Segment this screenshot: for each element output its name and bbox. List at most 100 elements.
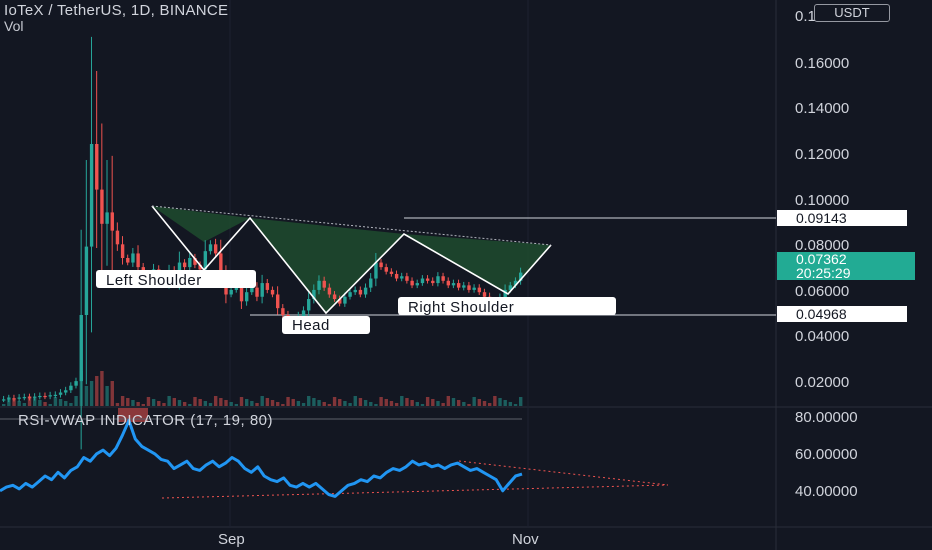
- volume-bar: [487, 403, 492, 406]
- volume-bar: [177, 400, 182, 406]
- candle-body: [379, 262, 383, 268]
- left-shoulder-label[interactable]: Left Shoulder: [96, 270, 256, 289]
- volume-bar: [182, 402, 187, 406]
- chart-canvas[interactable]: 0.18000 0.16000 0.14000 0.12000 0.10000 …: [0, 0, 932, 550]
- candle-body: [389, 271, 394, 274]
- volume-bar: [38, 400, 42, 406]
- volume-bar: [43, 402, 47, 406]
- volume-bar: [498, 398, 502, 406]
- candle-body: [462, 285, 466, 288]
- time-axis[interactable]: Sep Nov: [218, 531, 539, 548]
- svg-text:Right Shoulder: Right Shoulder: [408, 299, 514, 316]
- candle-body: [420, 278, 425, 284]
- candle-body: [69, 385, 73, 391]
- support-price-tag[interactable]: 0.04968: [777, 306, 907, 322]
- volume-bar: [255, 403, 259, 406]
- candle-body: [327, 287, 332, 295]
- candle-body: [405, 276, 409, 281]
- candle-body: [250, 287, 254, 293]
- volume-bar: [229, 402, 233, 406]
- price-tick: 0.12000: [795, 146, 849, 163]
- volume-bar: [239, 397, 244, 406]
- volume-bar: [131, 400, 135, 406]
- candle-body: [322, 280, 326, 288]
- volume-bar: [281, 404, 285, 406]
- candle-body: [358, 289, 363, 295]
- symbol-title[interactable]: IoTeX / TetherUS, 1D, BINANCE: [4, 2, 228, 19]
- volume-bar: [369, 402, 373, 406]
- volume-bar: [322, 402, 326, 406]
- candle-body: [2, 399, 6, 401]
- volume-bar: [441, 403, 445, 406]
- volume-bar: [224, 400, 228, 406]
- candle-body: [317, 280, 321, 290]
- volume-bar: [513, 404, 518, 406]
- volume-bar: [188, 404, 192, 406]
- indicator-title[interactable]: RSI-VWAP INDICATOR (17, 19, 80): [18, 412, 273, 429]
- candle-body: [400, 276, 404, 279]
- candle-body: [348, 292, 352, 297]
- candle-body: [255, 287, 259, 297]
- rsi-tick: 40.00000: [795, 483, 858, 500]
- volume-bar: [332, 397, 337, 406]
- volume-bar: [193, 397, 197, 406]
- volume-bar: [244, 399, 249, 406]
- right-shoulder-label[interactable]: Right Shoulder: [398, 297, 616, 316]
- volume-bar: [446, 396, 451, 406]
- volume-bars: [2, 371, 523, 406]
- volume-bar: [2, 404, 6, 406]
- rsi-tick: 60.00000: [795, 446, 858, 463]
- volume-bar: [519, 397, 523, 406]
- candle-body: [472, 287, 476, 290]
- price-axis[interactable]: 0.18000 0.16000 0.14000 0.12000 0.10000 …: [795, 8, 849, 391]
- volume-bar: [89, 381, 94, 406]
- volume-bar: [405, 398, 409, 406]
- volume-bar: [420, 404, 425, 406]
- candle-body: [182, 262, 187, 268]
- volume-bar: [22, 403, 27, 406]
- resistance-price-tag[interactable]: 0.09143: [777, 210, 907, 226]
- candle-body: [441, 276, 445, 281]
- price-tick: 0.10000: [795, 192, 849, 209]
- candle-body: [482, 292, 487, 297]
- rsi-trendline-top[interactable]: [458, 460, 669, 486]
- volume-bar: [213, 396, 218, 406]
- rsi-axis[interactable]: 80.00000 60.00000 40.00000: [795, 409, 858, 500]
- volume-bar: [327, 404, 332, 406]
- volume-bar: [172, 398, 177, 406]
- candle-body: [213, 244, 218, 254]
- volume-bar: [146, 397, 151, 406]
- candle-body: [270, 289, 275, 295]
- volume-bar: [95, 376, 99, 406]
- volume-bar: [110, 381, 114, 406]
- svg-text:0.09143: 0.09143: [796, 210, 847, 226]
- volume-bar: [100, 371, 104, 406]
- candle-body: [89, 144, 94, 247]
- head-label[interactable]: Head: [282, 316, 370, 334]
- volume-bar: [276, 402, 280, 406]
- candle-body: [136, 253, 140, 268]
- volume-bar: [353, 396, 357, 406]
- volume-bar: [456, 400, 461, 406]
- candle-body: [100, 189, 104, 224]
- volume-bar: [64, 401, 68, 406]
- volume-bar: [105, 386, 109, 406]
- candle-body: [477, 287, 482, 293]
- volume-bar: [436, 401, 440, 406]
- countdown: 20:25:29: [796, 265, 851, 281]
- currency-button[interactable]: USDT: [814, 4, 890, 22]
- candle-body: [43, 395, 47, 398]
- chart-stage: 0.18000 0.16000 0.14000 0.12000 0.10000 …: [0, 0, 932, 550]
- candle-body: [431, 280, 435, 284]
- volume-bar: [115, 403, 120, 406]
- volume-bar: [410, 400, 414, 406]
- volume-bar: [394, 403, 399, 406]
- price-tick: 0.04000: [795, 328, 849, 345]
- candle-body: [95, 144, 99, 190]
- volume-bar: [338, 399, 342, 406]
- rsi-trendline-bottom[interactable]: [161, 484, 669, 499]
- volume-bar: [317, 400, 321, 406]
- volume-bar: [425, 397, 430, 406]
- last-price-tag[interactable]: 0.07362 20:25:29: [777, 251, 915, 281]
- volume-bar: [79, 371, 83, 406]
